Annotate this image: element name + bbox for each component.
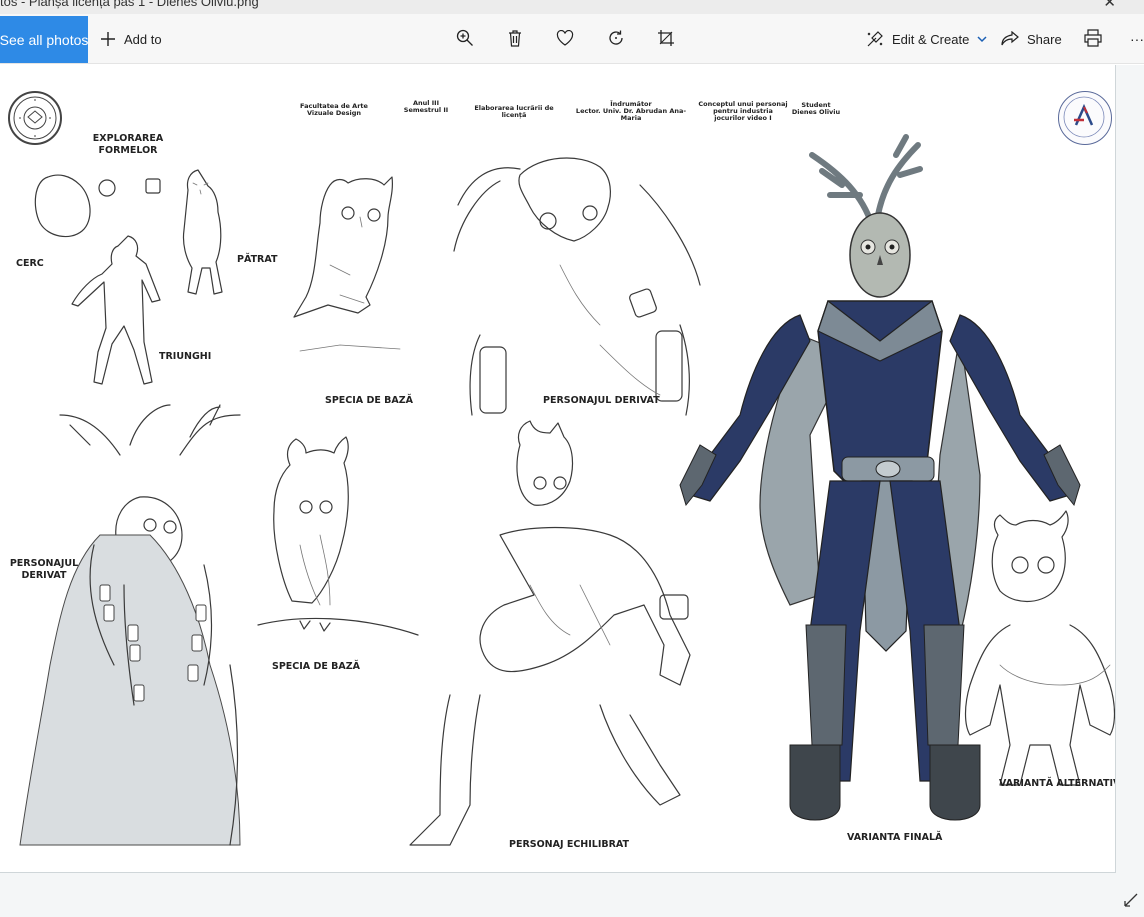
edit-create-button[interactable]: Edit & Create (866, 16, 987, 62)
crop-icon[interactable] (655, 27, 677, 49)
label-personaj-derivat-left: PERSONAJUL DERIVAT (9, 558, 79, 581)
title-bar: tos - Planșă licență pas 1 - Dienes Oliv… (0, 0, 1144, 14)
alternative-variant-sketch (964, 510, 1115, 786)
close-icon[interactable]: ✕ (1103, 0, 1116, 11)
see-all-photos-button[interactable]: See all photos (0, 16, 88, 63)
plus-icon (100, 31, 116, 47)
derived-character-sketch-left (19, 404, 241, 846)
label-personaj-derivat-top: PERSONAJUL DERIVAT (543, 395, 660, 406)
base-owl-sketch-top (293, 176, 401, 352)
label-varianta-finala: VARIANTA FINALĂ (847, 832, 943, 843)
edit-create-icon (866, 30, 884, 48)
derived-character-sketch-top (453, 157, 701, 416)
print-icon[interactable] (1082, 27, 1104, 49)
label-varianta-alternativa: VARIANTĂ ALTERNATIVĂ (999, 778, 1116, 789)
window-title: tos - Planșă licență pas 1 - Dienes Oliv… (0, 0, 259, 9)
base-owl-sketch-bottom (257, 436, 419, 636)
poster-image: Facultatea de Arte Vizuale Design Anul I… (0, 65, 1116, 873)
favorite-icon[interactable] (554, 27, 576, 49)
toolbar: See all photos Add to Edit & Create Shar… (0, 14, 1144, 64)
share-label: Share (1027, 31, 1062, 47)
balanced-character-sketch (409, 420, 691, 846)
label-exploration: EXPLORAREA FORMELOR (92, 133, 164, 156)
rotate-icon[interactable] (605, 27, 627, 49)
more-options-button[interactable]: ··· (1130, 16, 1144, 62)
label-patrat: PĂTRAT (237, 254, 278, 265)
share-icon (1001, 31, 1019, 47)
label-cerc: CERC (16, 258, 44, 269)
label-specia-top: SPECIA DE BAZĂ (325, 395, 413, 406)
label-personaj-echilibrat: PERSONAJ ECHILIBRAT (509, 839, 630, 850)
chevron-down-icon (977, 35, 987, 43)
add-to-button[interactable]: Add to (100, 16, 162, 62)
label-triunghi: TRIUNGHI (159, 351, 212, 362)
character-sketches (19, 134, 1115, 846)
expand-icon[interactable] (1124, 893, 1138, 907)
delete-icon[interactable] (504, 27, 526, 49)
share-button[interactable]: Share (1001, 16, 1062, 62)
zoom-icon[interactable] (454, 27, 476, 49)
final-variant-illustration (679, 134, 1081, 821)
edit-create-label: Edit & Create (892, 31, 970, 47)
image-viewer: Facultatea de Arte Vizuale Design Anul I… (0, 65, 1144, 917)
add-to-label: Add to (124, 31, 162, 47)
label-specia-bottom: SPECIA DE BAZĂ (272, 661, 360, 672)
